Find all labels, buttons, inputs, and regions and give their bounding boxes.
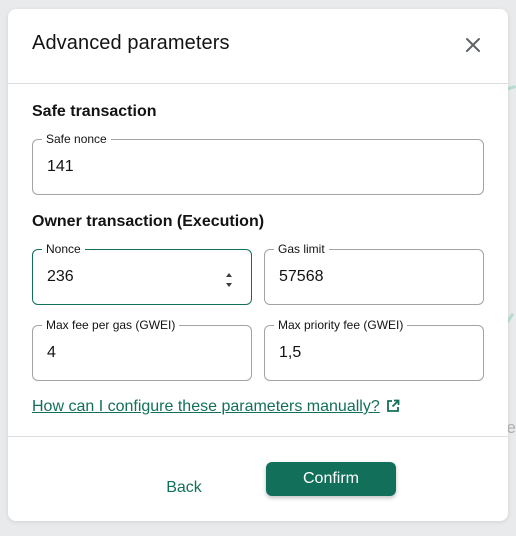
max-fee-field[interactable]: Max fee per gas (GWEI) — [32, 318, 252, 381]
help-link-text[interactable]: How can I configure these parameters man… — [32, 398, 380, 415]
gas-limit-input[interactable] — [279, 250, 443, 304]
back-button[interactable]: Back — [134, 471, 234, 505]
safe-transaction-heading: Safe transaction — [32, 103, 157, 120]
owner-transaction-heading: Owner transaction (Execution) — [32, 213, 265, 230]
nonce-input[interactable] — [47, 250, 211, 304]
dialog-title: Advanced parameters — [32, 32, 230, 54]
configure-parameters-help-link[interactable]: How can I configure these parameters man… — [32, 398, 400, 416]
max-priority-fee-field[interactable]: Max priority fee (GWEI) — [264, 318, 484, 381]
close-icon[interactable] — [464, 36, 482, 54]
nonce-stepper[interactable] — [223, 267, 235, 287]
max-fee-input[interactable] — [47, 326, 211, 380]
safe-nonce-field[interactable]: Safe nonce — [32, 132, 484, 195]
safe-nonce-input[interactable] — [47, 140, 443, 194]
increment-arrow-icon[interactable] — [223, 267, 235, 277]
advanced-parameters-dialog: Advanced parameters Safe transaction Saf… — [8, 9, 508, 521]
dialog-header: Advanced parameters — [8, 9, 508, 84]
gas-limit-field[interactable]: Gas limit — [264, 242, 484, 305]
dialog-footer: Back Confirm — [8, 436, 508, 521]
nonce-field[interactable]: Nonce — [32, 242, 252, 305]
confirm-button[interactable]: Confirm — [266, 462, 396, 496]
max-priority-fee-input[interactable] — [279, 326, 443, 380]
decrement-arrow-icon[interactable] — [223, 277, 235, 287]
external-link-icon[interactable] — [386, 399, 400, 413]
